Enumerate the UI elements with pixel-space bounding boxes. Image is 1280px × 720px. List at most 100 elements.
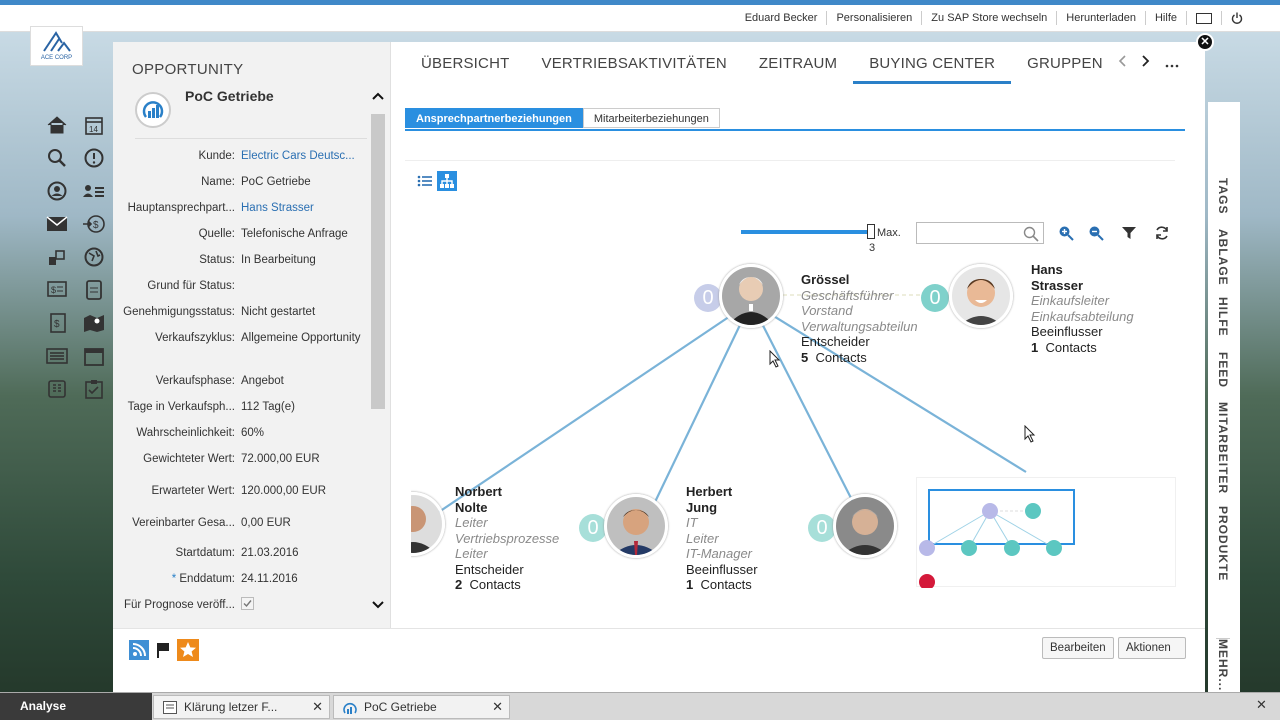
tab-bar: ÜBERSICHT VERTRIEBSAKTIVITÄTEN ZEITRAUM … bbox=[405, 54, 1119, 84]
edit-button[interactable]: Bearbeiten bbox=[1042, 637, 1114, 659]
tab-buying-center[interactable]: BUYING CENTER bbox=[853, 54, 1012, 84]
mail-icon[interactable] bbox=[38, 207, 75, 240]
appointment-icon[interactable] bbox=[75, 339, 112, 372]
chevron-left-icon[interactable] bbox=[1117, 54, 1127, 68]
subtab-contact-relations[interactable]: Ansprechpartnerbeziehungen bbox=[405, 108, 583, 128]
jung-first-name: Herbert bbox=[686, 484, 733, 499]
sidebar-tab-feed[interactable]: FEED bbox=[1216, 352, 1230, 388]
zoom-out-icon[interactable] bbox=[1087, 224, 1105, 242]
user-name[interactable]: Eduard Becker bbox=[736, 11, 827, 25]
globe-icon[interactable] bbox=[75, 240, 112, 273]
strasser-card[interactable]: Hans Strasser Einkaufsleiter Einkaufsabt… bbox=[1031, 262, 1134, 355]
flag-icon[interactable] bbox=[155, 640, 171, 660]
divider bbox=[135, 138, 367, 139]
taskbar-item[interactable]: Klärung letzer F... ✕ bbox=[153, 695, 330, 719]
quote-icon[interactable]: $ bbox=[38, 273, 75, 306]
favorite-star-icon[interactable] bbox=[177, 639, 199, 661]
search-icon[interactable] bbox=[38, 141, 75, 174]
fourth-contact-avatar[interactable] bbox=[833, 494, 897, 558]
list-icon[interactable] bbox=[38, 339, 75, 372]
field-value: 21.03.2016 bbox=[241, 547, 299, 559]
nolte-role: Leiter bbox=[455, 546, 488, 561]
close-tab-icon[interactable]: ✕ bbox=[312, 696, 323, 718]
strasser-avatar[interactable] bbox=[949, 264, 1013, 328]
field-row: * Enddatum: 24.11.2016 bbox=[113, 571, 371, 597]
logo-mark-icon bbox=[42, 31, 71, 52]
close-tab-icon[interactable]: ✕ bbox=[492, 696, 503, 718]
map-pin-icon[interactable] bbox=[75, 306, 112, 339]
feed-icon[interactable] bbox=[129, 640, 149, 660]
help-link[interactable]: Hilfe bbox=[1144, 11, 1186, 25]
personalize-link[interactable]: Personalisieren bbox=[826, 11, 921, 25]
jung-avatar[interactable] bbox=[604, 494, 668, 558]
account-icon[interactable] bbox=[38, 174, 75, 207]
depth-slider-track[interactable] bbox=[741, 230, 871, 234]
panel-scrollbar[interactable] bbox=[371, 78, 385, 628]
strasser-count: 1 bbox=[1031, 339, 1039, 355]
taskbar-item[interactable]: PoC Getriebe ✕ bbox=[333, 695, 510, 719]
nolte-count: 2 bbox=[455, 577, 463, 592]
calendar-icon[interactable]: 14 bbox=[75, 108, 112, 141]
sidebar-tab-produkte[interactable]: PRODUKTE bbox=[1216, 506, 1230, 581]
alert-icon[interactable] bbox=[75, 141, 112, 174]
tab-groups[interactable]: GRUPPEN bbox=[1011, 54, 1119, 84]
tab-overview[interactable]: ÜBERSICHT bbox=[405, 54, 525, 84]
lead-icon[interactable]: $ bbox=[75, 207, 112, 240]
nolte-role: Vertriebsprozesse bbox=[455, 530, 560, 546]
close-all-icon[interactable]: ✕ bbox=[1256, 697, 1267, 713]
left-nav-rail: 14 $ $ $ bbox=[38, 108, 112, 405]
sidebar-tab-hilfe[interactable]: HILFE bbox=[1216, 297, 1230, 337]
close-icon[interactable]: ✕ bbox=[1196, 33, 1214, 51]
tab-sales-activities[interactable]: VERTRIEBSAKTIVITÄTEN bbox=[525, 54, 742, 84]
list-view-icon[interactable] bbox=[415, 171, 435, 191]
sidebar-tab-mitarbeiter[interactable]: MITARBEITER bbox=[1216, 402, 1230, 494]
download-link[interactable]: Herunterladen bbox=[1056, 11, 1145, 25]
jung-card[interactable]: Herbert Jung IT Leiter IT-Manager Beeinf… bbox=[686, 484, 758, 593]
graph-search-input[interactable] bbox=[916, 222, 1044, 244]
filter-icon[interactable] bbox=[1120, 224, 1138, 242]
fullscreen-icon[interactable] bbox=[1186, 11, 1221, 25]
top-bar: Eduard Becker Personalisieren Zu SAP Sto… bbox=[0, 5, 1280, 32]
home-icon[interactable] bbox=[38, 108, 75, 141]
field-row: Hauptansprechpart... Hans Strasser bbox=[113, 200, 371, 226]
actions-button[interactable]: Aktionen bbox=[1118, 637, 1186, 659]
scroll-thumb[interactable] bbox=[371, 114, 385, 409]
groessel-type: Entscheider bbox=[801, 334, 870, 349]
sap-store-link[interactable]: Zu SAP Store wechseln bbox=[921, 11, 1056, 25]
refresh-icon[interactable] bbox=[1153, 224, 1171, 242]
power-icon[interactable] bbox=[1221, 11, 1252, 25]
company-logo: ACE CORP bbox=[30, 26, 83, 66]
pipeline-icon[interactable] bbox=[38, 240, 75, 273]
field-label: Genehmigungsstatus: bbox=[123, 306, 235, 318]
field-label: Grund für Status: bbox=[147, 280, 235, 292]
svg-text:$: $ bbox=[93, 220, 99, 231]
field-row: Genehmigungsstatus: Nicht gestartet bbox=[113, 304, 371, 330]
document-icon[interactable] bbox=[75, 273, 112, 306]
hierarchy-view-icon[interactable] bbox=[437, 171, 457, 191]
task-icon[interactable] bbox=[75, 372, 112, 405]
phone-icon[interactable] bbox=[38, 372, 75, 405]
field-row: Wahrscheinlichkeit: 60% bbox=[113, 425, 371, 451]
sidebar-tab-ablage[interactable]: ABLAGE bbox=[1216, 229, 1230, 286]
sidebar-tab-tags[interactable]: TAGS bbox=[1216, 178, 1230, 214]
contacts-icon[interactable] bbox=[75, 174, 112, 207]
chevron-right-icon[interactable] bbox=[1141, 54, 1151, 68]
forecast-checkbox[interactable] bbox=[241, 597, 365, 615]
groessel-card[interactable]: Grössel Geschäftsführer Vorstand Verwalt… bbox=[801, 272, 918, 365]
depth-slider-handle[interactable] bbox=[867, 224, 875, 239]
mouse-cursor-icon bbox=[769, 350, 781, 368]
graph-overview-minimap[interactable] bbox=[916, 477, 1176, 590]
groessel-avatar[interactable] bbox=[719, 264, 783, 328]
more-icon[interactable] bbox=[1165, 54, 1179, 68]
sidebar-more[interactable]: MEHR... bbox=[1216, 638, 1230, 691]
subtab-employee-relations[interactable]: Mitarbeiterbeziehungen bbox=[582, 108, 720, 128]
zoom-in-icon[interactable] bbox=[1057, 224, 1075, 242]
customer-link[interactable]: Electric Cars Deutsc... bbox=[241, 148, 365, 164]
nolte-card[interactable]: Norbert Nolte Leiter Vertriebsprozesse L… bbox=[455, 484, 559, 593]
main-contact-link[interactable]: Hans Strasser bbox=[241, 200, 365, 216]
taskbar-analyse[interactable]: Analyse bbox=[0, 693, 152, 720]
invoice-icon[interactable]: $ bbox=[38, 306, 75, 339]
field-value: Nicht gestartet bbox=[241, 306, 316, 318]
tab-timeframe[interactable]: ZEITRAUM bbox=[743, 54, 853, 84]
fourth-contact-badge: 0 bbox=[808, 514, 836, 542]
